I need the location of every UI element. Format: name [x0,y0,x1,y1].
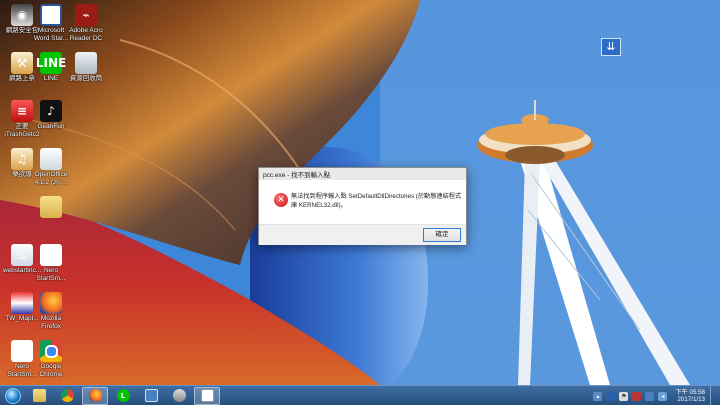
error-icon: ✕ [274,193,288,207]
desktop-icon-label: GeanFun [37,123,65,130]
line-icon: LINE [36,52,66,74]
tray-antivirus-icon[interactable] [632,391,642,401]
tray-network-icon[interactable] [606,391,616,401]
line-icon: L [116,389,130,402]
desktop-icon-label: 資源回收筒 [69,75,103,82]
clock-date: 2017/1/13 [677,396,705,403]
tray-monitor-icon[interactable] [645,391,655,401]
desktop-icon-word[interactable]: W Microsoft Word Star... [31,4,71,42]
trash-app-icon: ≡ [11,100,33,122]
window-icon [200,389,214,402]
explorer-icon [32,389,46,402]
tools-icon: ⚒ [11,52,33,74]
nero-icon: N [11,340,33,362]
show-desktop-button[interactable] [710,386,716,405]
dialog-footer: 確定 [259,224,466,245]
clock-time: 下午 05:58 [675,388,705,396]
security-app-icon: ◉ [11,4,33,26]
tools-icon [172,389,186,402]
error-dialog: pcc.exe - 找不到輸入點 ✕ 無法找到程序輸入點 SetDefaultD… [258,167,467,245]
dialog-body: ✕ 無法找到程序輸入點 SetDefaultDllDirectories (於動… [259,180,466,224]
dialog-message: 無法找到程序輸入點 SetDefaultDllDirectories (於動態連… [291,193,462,209]
volume-icon[interactable]: ◂ [658,391,668,401]
beanfun-icon: ♪ [40,100,62,122]
windows-logo-icon [5,387,21,404]
chrome-icon [60,389,74,402]
desktop-icon-recycle-bin[interactable]: 資源回收筒 [66,52,106,83]
download-arrow-icon[interactable]: ⇊ [601,38,621,56]
desktop-icon-label: Microsoft Word Star... [33,27,69,42]
desktop-icon-label: Mozilla Firefox [40,315,62,330]
desktop-icon-firefox[interactable]: Mozilla Firefox [31,292,71,330]
openoffice-icon [40,148,62,170]
taskbar-dialog-window[interactable] [194,386,220,405]
tray-flag-icon[interactable]: ⚑ [619,391,629,401]
chrome-icon [40,340,62,362]
desktop-icon-beanfun[interactable]: ♪ GeanFun [31,100,71,131]
taskbar-explorer[interactable] [26,387,52,405]
desktop-icon-acrobat[interactable]: ⌁ Adobe Acro Reader DC [66,4,106,42]
desktop-icon-line[interactable]: LINE LINE [31,52,71,83]
network-icon [144,389,158,402]
ok-button[interactable]: 確定 [423,228,461,242]
desktop-icon-openoffice[interactable]: OpenOffice 4.1.2 (zh-... [31,148,71,186]
nero-icon: N [40,244,62,266]
webstart-icon: ☕ [11,244,33,266]
tray-arrow-icon[interactable]: ▴ [593,391,603,401]
firefox-icon [40,292,62,314]
dialog-title: pcc.exe - 找不到輸入點 [263,172,331,179]
music-app-icon: ♫ [11,148,33,170]
dialog-titlebar[interactable]: pcc.exe - 找不到輸入點 [259,168,466,180]
folder-icon [40,196,62,218]
taskbar-network[interactable] [138,387,164,405]
firefox-icon [88,389,102,402]
desktop-icon-label: Nero StartSm... [36,267,66,282]
desktop-icon-nero-1[interactable]: N Nero StartSm... [31,244,71,282]
desktop-icon-label: LINE [43,75,59,82]
desktop-icon-label: OpenOffice 4.1.2 (zh-... [34,171,68,186]
taskbar-tools[interactable] [166,387,192,405]
taskbar-firefox[interactable] [82,386,108,405]
desktop-icon-label: Google Chrome [39,363,63,378]
start-button[interactable] [2,387,24,405]
system-tray: ▴ ⚑ ◂ 下午 05:58 2017/1/13 [593,386,716,405]
taskbar: L ▴ ⚑ ◂ 下午 05:58 2017/1/13 [0,385,720,405]
desktop-icon-chrome[interactable]: Google Chrome [31,340,71,378]
desktop-icon-folder[interactable] [31,196,71,219]
tw-map-icon [11,292,33,314]
word-icon: W [40,4,62,26]
pdf-icon: ⌁ [75,4,97,26]
taskbar-line[interactable]: L [110,387,136,405]
system-clock[interactable]: 下午 05:58 2017/1/13 [675,389,705,404]
desktop-icon-label: Adobe Acro Reader DC [69,27,103,42]
recycle-bin-icon [75,52,97,74]
taskbar-chrome[interactable] [54,387,80,405]
